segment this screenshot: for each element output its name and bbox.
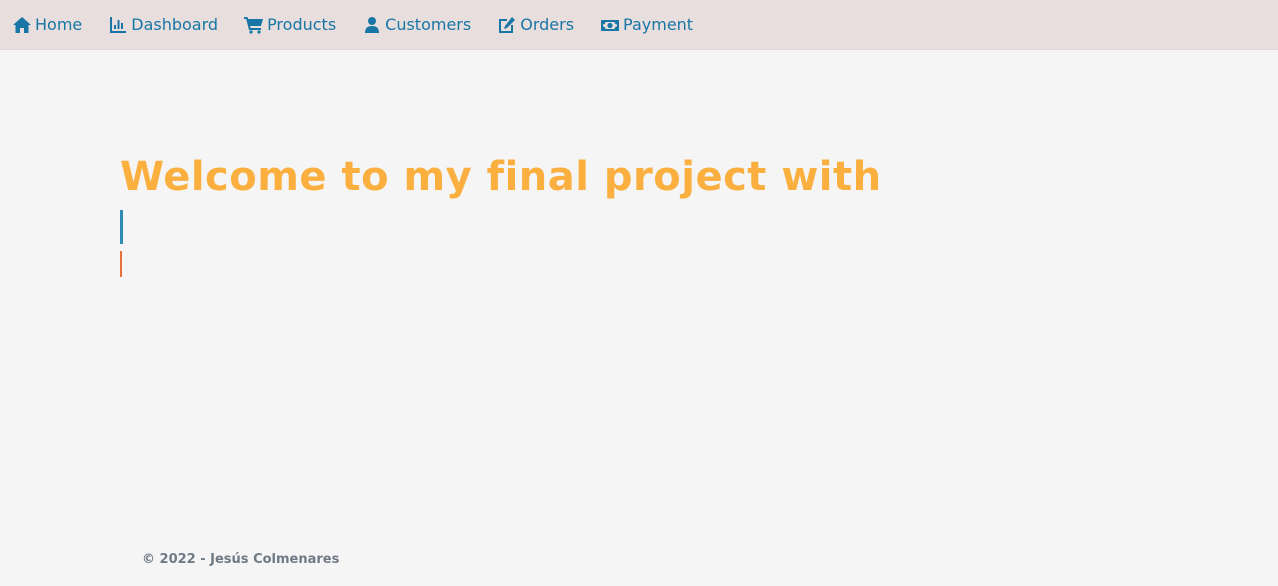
money-icon bbox=[600, 16, 620, 34]
nav-item-payment-label: Payment bbox=[623, 15, 694, 34]
chart-icon bbox=[108, 16, 128, 34]
nav-items: Home Dashboard Products Customers Orders bbox=[0, 0, 1278, 50]
nav-item-orders-label: Orders bbox=[520, 15, 575, 34]
footer-copyright: © 2022 - Jesús Colmenares bbox=[142, 552, 340, 567]
cart-icon bbox=[244, 16, 264, 34]
typing-cursor-secondary bbox=[120, 251, 122, 277]
nav-item-dashboard[interactable]: Dashboard bbox=[108, 16, 218, 34]
nav-item-products-label: Products bbox=[267, 15, 337, 34]
typing-cursor-primary bbox=[120, 210, 123, 244]
top-navbar: Home Dashboard Products Customers Orders bbox=[0, 0, 1278, 50]
nav-item-payment[interactable]: Payment bbox=[600, 16, 693, 34]
home-icon bbox=[12, 16, 32, 34]
user-icon bbox=[362, 16, 382, 34]
nav-item-products[interactable]: Products bbox=[244, 16, 336, 34]
nav-item-customers-label: Customers bbox=[385, 15, 472, 34]
nav-item-home-label: Home bbox=[35, 15, 83, 34]
hero-section: Welcome to my final project with bbox=[120, 150, 1020, 277]
nav-item-home[interactable]: Home bbox=[12, 16, 82, 34]
edit-icon bbox=[497, 16, 517, 34]
nav-item-orders[interactable]: Orders bbox=[497, 16, 574, 34]
page-title: Welcome to my final project with bbox=[120, 154, 882, 200]
nav-item-dashboard-label: Dashboard bbox=[131, 15, 219, 34]
nav-item-customers[interactable]: Customers bbox=[362, 16, 471, 34]
